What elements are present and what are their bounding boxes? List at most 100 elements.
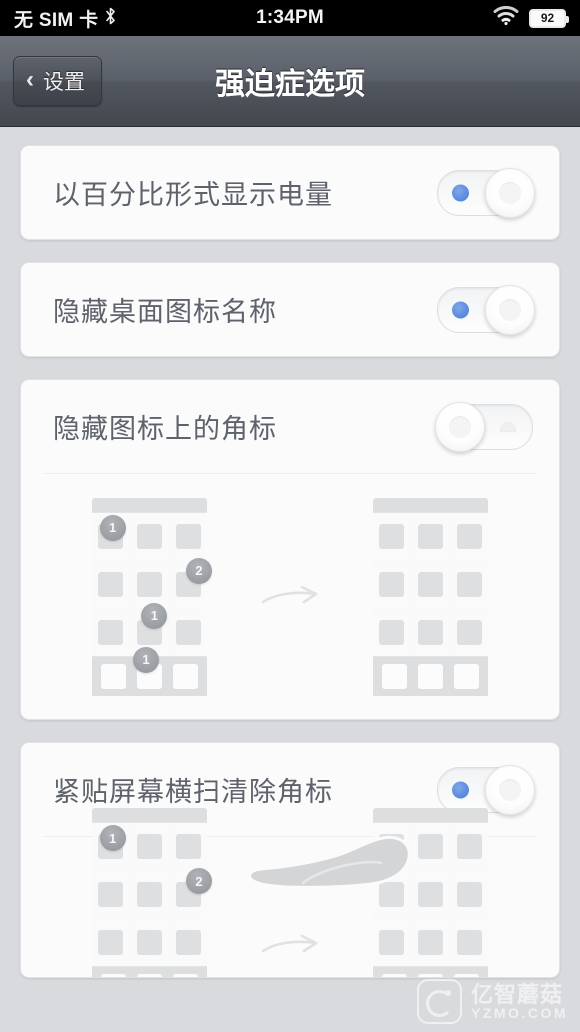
app-icon xyxy=(417,882,443,907)
app-cell xyxy=(130,871,169,918)
illustration-hide-badges: 1 2 1 1 xyxy=(21,474,559,719)
dock-icon xyxy=(172,663,198,689)
badge: 1 xyxy=(99,514,126,541)
badge: 1 xyxy=(141,602,168,629)
dock-icon xyxy=(417,974,443,977)
app-icon xyxy=(379,930,405,955)
setting-label: 隐藏桌面图标名称 xyxy=(53,297,277,327)
toggle-swipe-clear-badges[interactable] xyxy=(437,764,535,815)
app-cell xyxy=(373,823,411,870)
app-cell xyxy=(169,512,207,560)
dock-icon xyxy=(101,974,127,977)
status-bar-left: 无 SIM 卡 xyxy=(14,5,116,32)
app-icon xyxy=(417,834,443,859)
app-icon xyxy=(136,882,162,907)
bluetooth-icon xyxy=(105,7,116,29)
toggle-battery-percentage[interactable] xyxy=(437,167,535,218)
app-icon xyxy=(175,930,201,955)
app-icon xyxy=(379,834,405,859)
home-screen-grid xyxy=(373,822,488,967)
chevron-left-icon: ‹ xyxy=(26,66,34,93)
app-cell xyxy=(130,919,169,966)
app-cell xyxy=(92,560,130,608)
setting-row[interactable]: 隐藏桌面图标名称 xyxy=(21,263,559,356)
app-icon xyxy=(98,571,124,597)
app-icon xyxy=(136,523,162,549)
app-icon xyxy=(136,571,162,597)
setting-card-hide-badges: 隐藏图标上的角标 1 2 1 1 xyxy=(20,379,560,720)
app-icon xyxy=(456,834,482,859)
app-icon xyxy=(136,930,162,955)
app-cell xyxy=(450,919,488,966)
back-button[interactable]: ‹ 设置 xyxy=(13,56,102,106)
dock-icon xyxy=(101,663,127,689)
illustration-swipe-clear-badges: 1 2 xyxy=(21,808,559,977)
app-icon xyxy=(379,571,405,597)
phone-mock-before: 1 2 xyxy=(92,808,212,977)
app-icon xyxy=(456,930,482,955)
phone-mock-after xyxy=(373,808,488,977)
app-cell xyxy=(411,919,450,966)
app-cell: 1 xyxy=(92,512,130,560)
app-icon xyxy=(456,523,482,549)
app-cell xyxy=(373,871,411,918)
app-cell xyxy=(92,919,130,966)
phone-screen: 无 SIM 卡 1:34PM 92 ‹ 设置 强迫症选项 以百分比形式显示电量 … xyxy=(0,0,580,1032)
app-cell xyxy=(411,823,450,870)
dock-icon xyxy=(453,663,479,689)
dock-icon xyxy=(453,974,479,977)
watermark: 亿智蘑菇 YZMO.COM xyxy=(417,979,568,1024)
dock-icon xyxy=(417,663,443,689)
toggle-indicator-dot xyxy=(500,421,516,432)
home-screen-grid: 1 2 xyxy=(92,822,212,967)
phone-mock-after xyxy=(373,497,488,696)
app-icon xyxy=(379,619,405,645)
toggle-hide-icon-names[interactable] xyxy=(437,284,535,335)
toggle-indicator-dot xyxy=(452,301,469,318)
app-icon xyxy=(456,882,482,907)
setting-label: 以百分比形式显示电量 xyxy=(53,180,333,210)
app-icon xyxy=(379,523,405,549)
dock: 1 xyxy=(92,646,207,696)
app-cell: 2 xyxy=(169,557,212,608)
app-cell xyxy=(411,512,450,560)
dock-icon: 1 xyxy=(132,646,162,689)
navigation-bar: ‹ 设置 强迫症选项 xyxy=(0,36,580,127)
toggle-knob xyxy=(485,167,535,218)
toggle-hide-badges[interactable] xyxy=(435,401,533,452)
home-screen-grid xyxy=(373,511,488,657)
app-icon xyxy=(456,571,482,597)
dock xyxy=(92,967,207,977)
app-icon xyxy=(379,882,405,907)
toggle-indicator-dot xyxy=(452,184,469,201)
setting-card-hide-icon-names: 隐藏桌面图标名称 xyxy=(20,262,560,357)
watermark-logo-icon xyxy=(417,979,462,1024)
app-icon xyxy=(417,523,443,549)
dock xyxy=(373,967,488,977)
app-cell xyxy=(92,608,130,656)
app-icon xyxy=(136,834,162,859)
app-icon xyxy=(175,619,201,645)
home-screen-grid: 1 2 1 xyxy=(92,511,212,657)
app-cell xyxy=(450,560,488,608)
app-cell xyxy=(373,560,411,608)
app-cell xyxy=(411,608,450,656)
app-cell xyxy=(373,919,411,966)
app-icon xyxy=(417,930,443,955)
carrier-label: 无 SIM 卡 xyxy=(14,9,99,31)
setting-row[interactable]: 以百分比形式显示电量 xyxy=(21,146,559,239)
app-cell xyxy=(450,823,488,870)
arrow-right-icon xyxy=(259,929,321,963)
battery-icon: 92 xyxy=(529,8,569,28)
arrow-right-icon xyxy=(259,580,321,614)
status-bar-right: 92 xyxy=(493,6,569,30)
app-cell xyxy=(169,608,207,656)
settings-list: 以百分比形式显示电量 隐藏桌面图标名称 隐藏图标上的角标 1 2 1 1 紧贴屏… xyxy=(0,127,580,978)
app-icon xyxy=(456,619,482,645)
phone-mock-before: 1 2 1 1 xyxy=(92,497,212,696)
app-icon xyxy=(98,619,124,645)
app-cell xyxy=(92,871,130,918)
setting-row[interactable]: 隐藏图标上的角标 xyxy=(21,380,559,473)
battery-level-label: 92 xyxy=(540,11,555,25)
app-icon xyxy=(417,571,443,597)
